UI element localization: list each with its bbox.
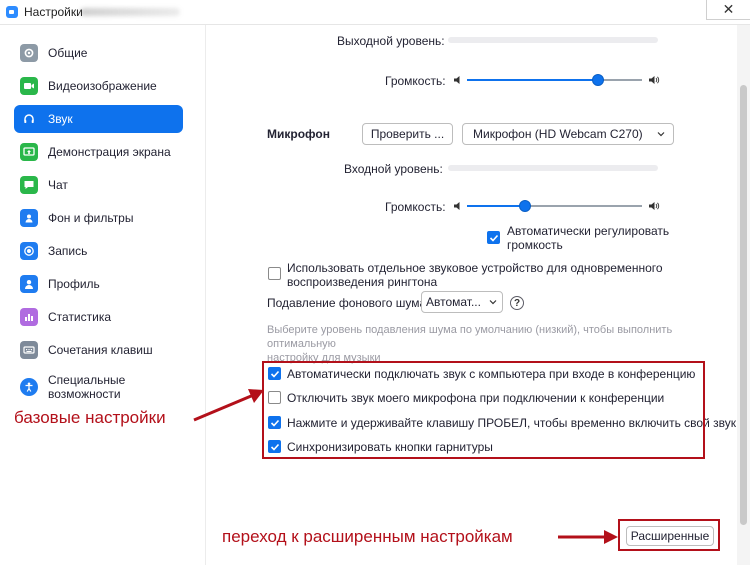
sidebar-item-recording[interactable]: Запись <box>14 237 183 265</box>
test-microphone-button[interactable]: Проверить ... <box>362 123 453 145</box>
sidebar-item-label: Общие <box>48 46 88 60</box>
checkmark-icon <box>489 234 499 242</box>
output-level-label: Выходной уровень: <box>337 34 445 48</box>
sidebar-item-accessibility[interactable]: Специальные возможности <box>14 369 183 405</box>
scrollbar-thumb[interactable] <box>740 85 747 525</box>
speaker-volume-label: Громкость: <box>385 74 446 88</box>
sidebar-item-label: Чат <box>48 178 68 192</box>
input-level-label: Входной уровень: <box>344 162 443 176</box>
screen-share-icon <box>20 143 38 161</box>
zoom-app-icon <box>6 6 18 18</box>
sidebar-item-screen-share[interactable]: Демонстрация экрана <box>14 138 183 166</box>
title-bar: Настройки ✕ <box>0 0 750 24</box>
noise-suppression-hint: Выберите уровень подавления шума по умол… <box>267 323 743 365</box>
microphone-section-label: Микрофон <box>267 127 330 141</box>
vertical-scrollbar[interactable] <box>737 25 750 565</box>
blurred-title-area <box>80 8 180 16</box>
label-line-1: Специальные <box>48 373 126 387</box>
advanced-settings-annotation: переход к расширенным настройкам <box>222 527 513 546</box>
microphone-device-value: Микрофон (HD Webcam C270) <box>473 127 643 141</box>
audio-settings-panel: Выходной уровень: Громкость: Микрофон Пр… <box>207 25 743 565</box>
advanced-button-highlight-box <box>618 519 720 551</box>
sidebar-item-profile[interactable]: Профиль <box>14 270 183 298</box>
chevron-down-icon <box>489 300 497 305</box>
person-background-icon <box>20 209 38 227</box>
basic-settings-highlight-box <box>262 361 705 459</box>
close-button[interactable]: ✕ <box>706 0 750 20</box>
sidebar-item-label: Статистика <box>48 310 112 324</box>
sidebar-item-general[interactable]: Общие <box>14 39 183 67</box>
sidebar-item-video[interactable]: Видеоизображение <box>14 72 183 100</box>
sidebar-item-statistics[interactable]: Статистика <box>14 303 183 331</box>
headphones-icon <box>20 110 38 128</box>
label-line-2: возможности <box>48 387 121 401</box>
keyboard-icon <box>20 341 38 359</box>
ringtone-line-1: Использовать отдельное звуковое устройст… <box>287 261 663 275</box>
ringtone-line-2: воспроизведения рингтона <box>287 275 438 289</box>
input-level-meter <box>448 165 658 171</box>
gear-icon <box>20 44 38 62</box>
auto-adjust-line-1: Автоматически регулировать <box>507 224 670 238</box>
hint-line-1: Выберите уровень подавления шума по умол… <box>267 324 673 350</box>
sidebar-item-label: Запись <box>48 244 88 258</box>
auto-adjust-volume-label: Автоматически регулировать громкость <box>507 224 669 252</box>
sidebar-item-background[interactable]: Фон и фильтры <box>14 204 183 232</box>
microphone-volume-label: Громкость: <box>385 200 446 214</box>
mic-volume-low-icon <box>454 202 460 210</box>
record-icon <box>20 242 38 260</box>
output-level-meter <box>448 37 658 43</box>
volume-high-icon <box>649 76 660 84</box>
chevron-down-icon <box>657 132 665 137</box>
separate-ringtone-device-checkbox[interactable] <box>268 267 281 280</box>
basic-settings-arrow <box>193 389 264 422</box>
advanced-settings-arrow <box>558 530 618 544</box>
sidebar-item-label: Видеоизображение <box>48 79 157 93</box>
video-camera-icon <box>20 77 38 95</box>
basic-settings-annotation: базовые настройки <box>14 408 166 427</box>
sidebar-item-label: Звук <box>48 112 73 126</box>
noise-suppression-select[interactable]: Автомат... <box>421 291 503 313</box>
profile-icon <box>20 275 38 293</box>
accessibility-icon <box>20 378 38 396</box>
microphone-device-select[interactable]: Микрофон (HD Webcam C270) <box>462 123 674 145</box>
sidebar-item-chat[interactable]: Чат <box>14 171 183 199</box>
window-title: Настройки <box>24 5 83 19</box>
volume-low-icon <box>454 76 460 84</box>
microphone-volume-fill <box>467 205 525 207</box>
chat-bubble-icon <box>20 176 38 194</box>
noise-suppression-value: Автомат... <box>426 295 481 309</box>
speaker-volume-knob[interactable] <box>592 74 605 86</box>
separate-ringtone-device-label: Использовать отдельное звуковое устройст… <box>287 261 663 289</box>
auto-adjust-volume-checkbox[interactable] <box>487 231 500 244</box>
settings-window: Общие Видеоизображение Звук Демонстрация… <box>0 24 750 565</box>
sidebar-item-label: Сочетания клавиш <box>48 343 153 357</box>
sidebar-item-label: Профиль <box>48 277 100 291</box>
sidebar-item-audio[interactable]: Звук <box>14 105 183 133</box>
speaker-volume-fill <box>467 79 599 81</box>
auto-adjust-line-2: громкость <box>507 238 563 252</box>
sidebar: Общие Видеоизображение Звук Демонстрация… <box>0 25 206 565</box>
mic-volume-high-icon <box>649 202 660 210</box>
sidebar-item-shortcuts[interactable]: Сочетания клавиш <box>14 336 183 364</box>
noise-suppression-label: Подавление фонового шума <box>267 296 427 310</box>
bar-chart-icon <box>20 308 38 326</box>
sidebar-item-label: Специальные возможности <box>48 373 125 401</box>
help-icon[interactable]: ? <box>510 296 524 310</box>
microphone-volume-knob[interactable] <box>518 200 531 212</box>
sidebar-item-label: Фон и фильтры <box>48 211 134 225</box>
sidebar-item-label: Демонстрация экрана <box>48 145 171 159</box>
